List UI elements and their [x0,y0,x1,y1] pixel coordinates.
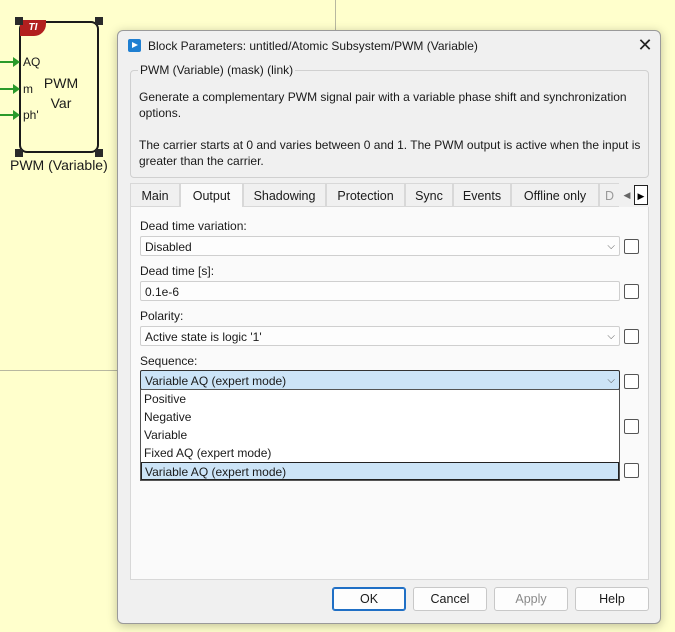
dropdown-option-positive[interactable]: Positive [141,390,619,408]
dialog-title: Block Parameters: untitled/Atomic Subsys… [148,39,478,53]
tab-scroll-left-icon[interactable]: ◀ [620,185,634,205]
description-line: The carrier starts at 0 and varies betwe… [139,138,641,152]
description-line: options. [139,106,182,120]
dead-time-input[interactable]: 0.1e-6 [140,281,620,301]
selection-handle[interactable] [95,149,103,157]
polarity-value: Active state is logic '1' [145,330,262,344]
tab-scroll-right-icon[interactable]: ▶ [634,185,648,205]
dead-time-variation-value: Disabled [145,240,192,254]
block-title: PWM Var [43,75,79,111]
sequence-value: Variable AQ (expert mode) [145,374,287,388]
dead-time-label: Dead time [s]: [140,264,215,278]
tab-shadowing[interactable]: Shadowing [243,183,326,207]
sequence-checkbox[interactable] [624,374,639,389]
block-caption: PWM (Variable) [10,157,108,173]
polarity-checkbox[interactable] [624,329,639,344]
tab-events[interactable]: Events [453,183,511,207]
port-label-aq: AQ [23,55,41,69]
apply-button[interactable]: Apply [494,587,568,611]
tab-protection[interactable]: Protection [326,183,405,207]
tab-output[interactable]: Output [180,183,243,208]
dead-time-checkbox[interactable] [624,284,639,299]
dialog-titlebar[interactable]: Block Parameters: untitled/Atomic Subsys… [118,31,660,61]
cancel-button[interactable]: Cancel [413,587,487,611]
tab-strip: Main Output Shadowing Protection Sync Ev… [130,183,635,208]
dropdown-option-variable-aq[interactable]: Variable AQ (expert mode) [141,462,619,480]
dead-time-value: 0.1e-6 [145,285,180,299]
sequence-label: Sequence: [140,354,198,368]
sequence-select[interactable]: Variable AQ (expert mode) ⌵ [140,370,620,390]
selection-handle[interactable] [15,149,23,157]
dropdown-option-negative[interactable]: Negative [141,408,619,426]
port-label-m: m [23,82,33,96]
selection-handle[interactable] [95,17,103,25]
sequence-dropdown-list: Positive Negative Variable Fixed AQ (exp… [140,389,620,481]
selection-handle[interactable] [15,17,23,25]
tab-main[interactable]: Main [130,183,180,207]
simulink-app-icon [128,39,141,52]
dead-time-variation-select[interactable]: Disabled ⌵ [140,236,620,256]
chevron-down-icon: ⌵ [607,331,615,342]
arrowhead-icon [13,57,20,67]
close-icon[interactable]: ✕ [634,34,656,56]
polarity-label: Polarity: [140,309,184,323]
dropdown-option-fixed-aq[interactable]: Fixed AQ (expert mode) [141,444,619,462]
parameter-checkbox[interactable] [624,463,639,478]
tab-offline-only[interactable]: Offline only [511,183,599,207]
input-arrow [0,88,14,90]
tab-scroll-arrows: ◀ ▶ [620,185,648,205]
block-parameters-dialog: Block Parameters: untitled/Atomic Subsys… [117,30,661,624]
help-button[interactable]: Help [575,587,649,611]
input-arrow [0,61,14,63]
ok-button[interactable]: OK [332,587,406,611]
arrowhead-icon [13,110,20,120]
tab-sync[interactable]: Sync [405,183,453,207]
dropdown-option-variable[interactable]: Variable [141,426,619,444]
description-line: greater than the carrier. [139,154,264,168]
dead-time-variation-checkbox[interactable] [624,239,639,254]
polarity-select[interactable]: Active state is logic '1' ⌵ [140,326,620,346]
description-line: Generate a complementary PWM signal pair… [139,90,627,104]
parameter-checkbox[interactable] [624,419,639,434]
chevron-down-icon: ⌵ [607,375,615,386]
dead-time-variation-label: Dead time variation: [140,219,247,233]
arrowhead-icon [13,84,20,94]
chevron-down-icon: ⌵ [607,241,615,252]
mask-group-title: PWM (Variable) (mask) (link) [138,63,296,77]
tab-truncated[interactable]: D [599,183,619,207]
port-label-ph: ph' [23,108,39,122]
input-arrow [0,114,14,116]
